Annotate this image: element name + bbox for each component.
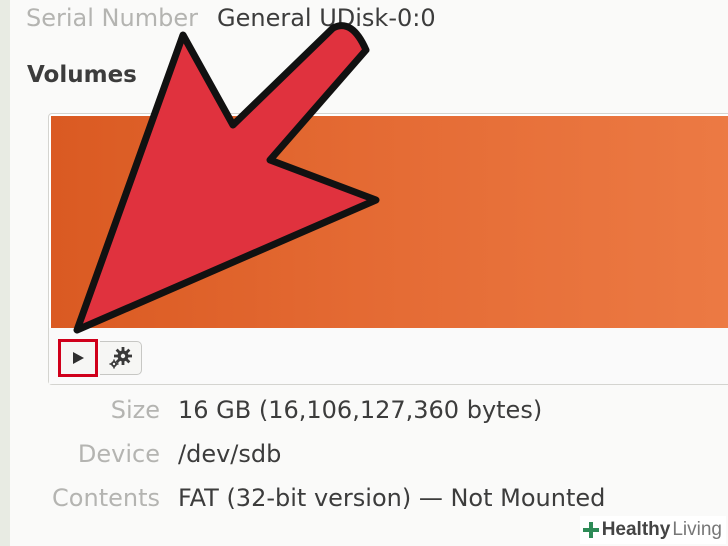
volume-partition-bar[interactable] [51, 116, 728, 329]
size-value: 16 GB (16,106,127,360 bytes) [178, 396, 543, 424]
watermark-text-bold: Healthy [601, 519, 671, 540]
volumes-heading: Volumes [27, 62, 137, 88]
size-label: Size [110, 396, 160, 424]
gear-icon [109, 347, 132, 369]
mount-button[interactable] [58, 339, 98, 377]
device-value: /dev/sdb [178, 440, 282, 468]
plus-leaf-icon [582, 522, 599, 538]
healthy-living-watermark: Healthy Living [579, 516, 726, 544]
device-label: Device [77, 440, 160, 468]
volume-settings-button[interactable] [100, 341, 142, 375]
serial-number-value: General UDisk-0:0 [217, 4, 436, 32]
volumes-box [48, 113, 728, 385]
contents-label: Contents [52, 484, 160, 512]
play-icon [73, 352, 84, 364]
contents-value: FAT (32-bit version) — Not Mounted [178, 484, 606, 512]
volume-toolbar [49, 328, 728, 384]
serial-number-label: Serial Number [26, 4, 198, 32]
watermark-text-light: Living [672, 519, 722, 540]
